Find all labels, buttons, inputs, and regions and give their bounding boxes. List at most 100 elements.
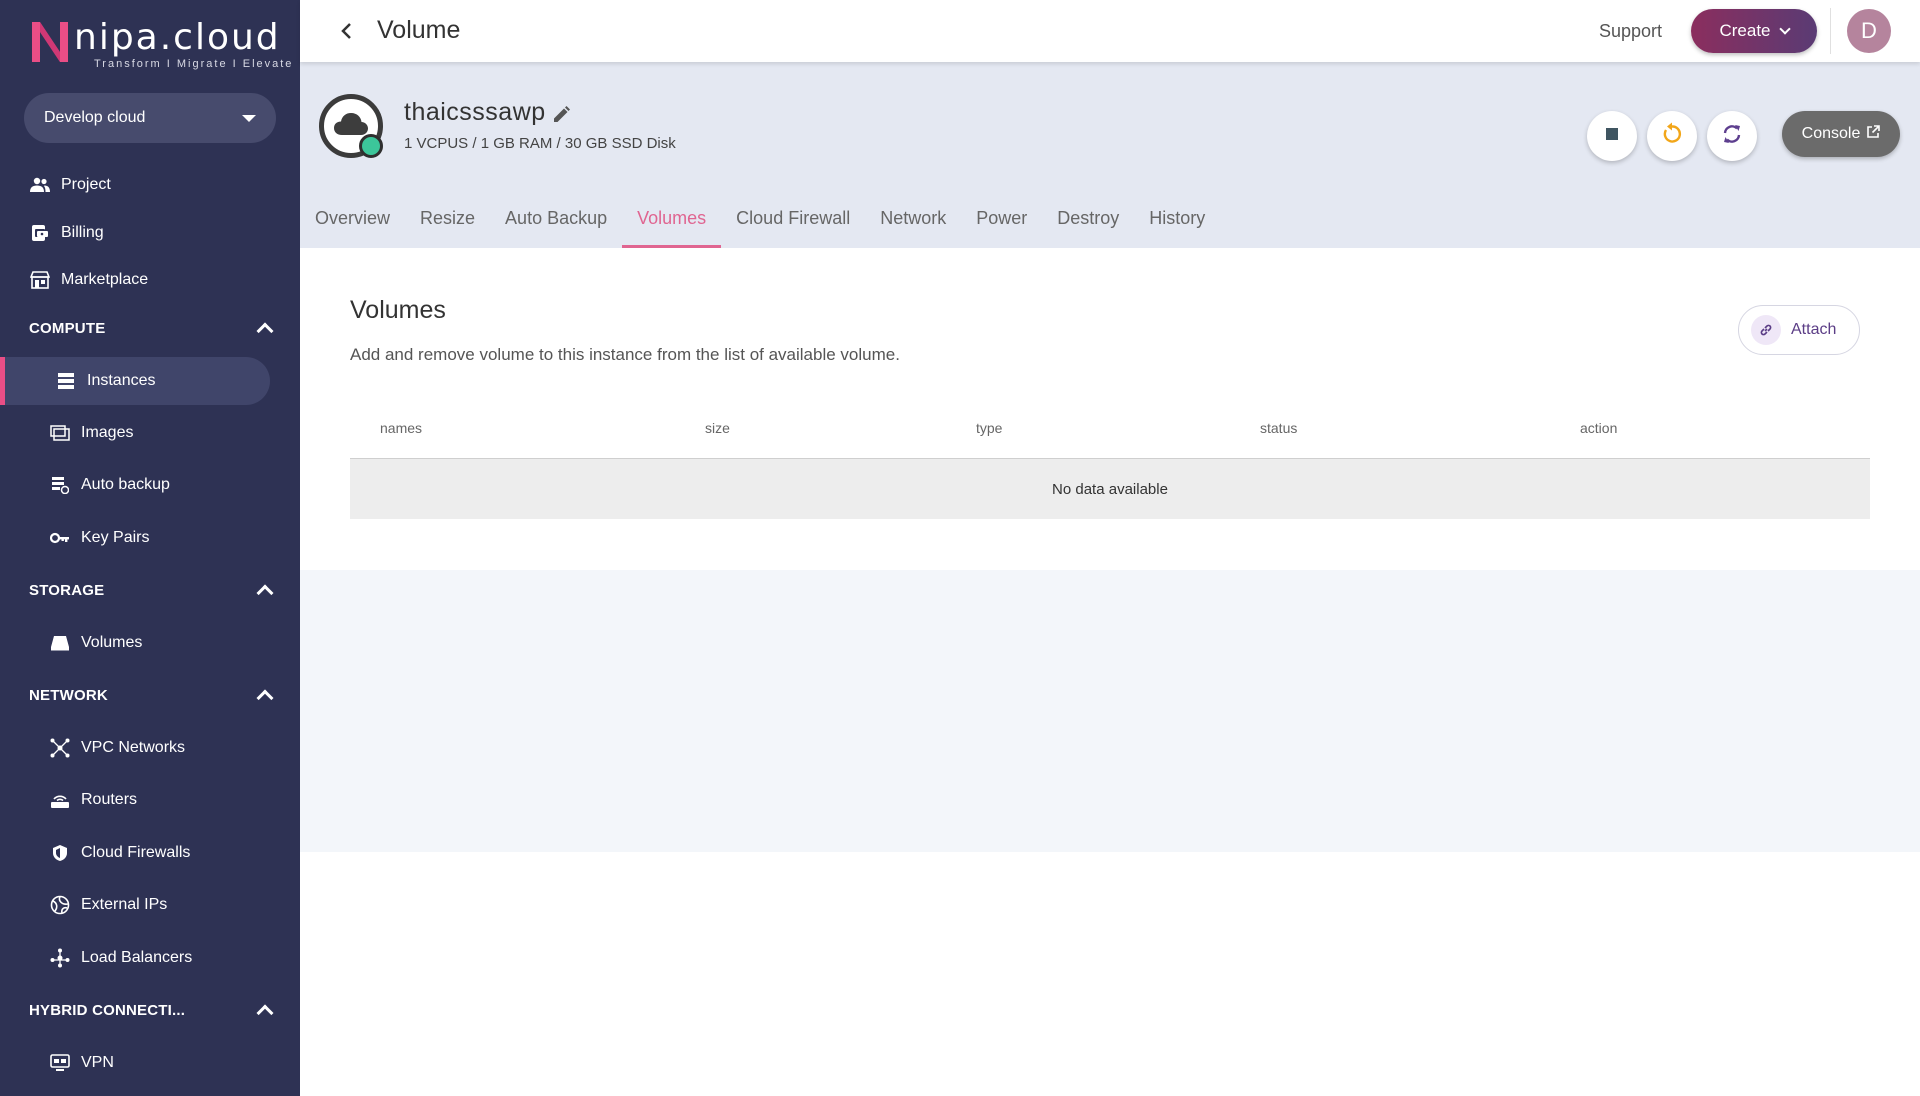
shield-icon [49,842,71,864]
content-background [300,570,1920,852]
table-header: names size type status action [350,398,1870,459]
support-link[interactable]: Support [1599,21,1662,42]
instance-spec: 1 VCPUS / 1 GB RAM / 30 GB SSD Disk [404,135,676,152]
project-selector[interactable]: Develop cloud [24,93,276,143]
empty-state: No data available [350,459,1870,519]
column-header-names[interactable]: names [380,420,422,436]
sidebar-item-volumes[interactable]: Volumes [0,619,300,667]
console-button[interactable]: Console [1782,111,1900,157]
sidebar-item-label: Cloud Firewalls [81,844,191,861]
instance-header: thaicsssawp 1 VCPUS / 1 GB RAM / 30 GB S… [300,62,1920,248]
topbar: Volume Support Create D [300,0,1920,62]
caret-down-icon [242,114,256,122]
vpc-network-icon [49,737,71,759]
section-title: Volumes [350,296,446,324]
chevron-up-icon [256,322,274,340]
sidebar-item-label: Instances [87,372,156,389]
volumes-table: names size type status action No data av… [350,398,1870,519]
sidebar-item-label: Images [81,424,134,441]
router-icon [49,789,71,811]
link-icon [1751,315,1781,345]
restart-icon [1660,122,1684,151]
sidebar-item-auto-backup[interactable]: Auto backup [0,461,300,509]
sidebar-item-cloud-firewalls[interactable]: Cloud Firewalls [0,829,300,877]
sidebar-item-load-balancers[interactable]: Load Balancers [0,934,300,982]
tab-resize[interactable]: Resize [405,188,490,248]
sidebar-item-label: External IPs [81,896,168,913]
divider [1830,8,1831,54]
tab-volumes[interactable]: Volumes [622,188,722,248]
chevron-up-icon [256,584,274,602]
external-link-icon [1860,124,1881,144]
sidebar-item-vpn[interactable]: VPN [0,1039,300,1087]
sidebar-item-label: Auto backup [81,476,170,493]
tab-cloud-firewall[interactable]: Cloud Firewall [721,188,865,248]
section-compute[interactable]: COMPUTE [29,308,275,348]
sidebar-item-images[interactable]: Images [0,409,300,457]
tab-power[interactable]: Power [961,188,1042,248]
logo-n-mark [28,18,72,64]
sidebar-item-routers[interactable]: Routers [0,776,300,824]
sidebar-item-vpc-networks[interactable]: VPC Networks [0,724,300,772]
globe-icon [49,894,71,916]
column-header-status[interactable]: status [1260,420,1297,436]
column-header-type[interactable]: type [976,420,1002,436]
sidebar-item-label: Load Balancers [81,949,193,966]
chevron-down-icon [1778,23,1791,35]
status-indicator [359,134,383,158]
volumes-panel: Volumes Add and remove volume to this in… [300,248,1920,570]
server-icon [55,370,77,392]
tab-history[interactable]: History [1134,188,1220,248]
chevron-up-icon [256,1004,274,1022]
backup-icon [49,474,71,496]
users-icon [29,174,51,196]
sidebar-item-label: Routers [81,791,138,808]
column-header-size[interactable]: size [705,420,730,436]
tab-network[interactable]: Network [865,188,961,248]
key-icon [49,527,71,549]
create-button[interactable]: Create [1691,9,1817,53]
sidebar-item-label: Billing [61,224,104,241]
stop-icon [1604,126,1620,147]
store-icon [29,269,51,291]
sidebar-item-label: VPN [81,1054,114,1071]
sync-icon [1720,122,1744,151]
instance-name: thaicsssawp [404,98,546,126]
column-header-action: action [1580,420,1618,436]
sidebar: nipa.cloud Transform I Migrate I Elevate… [0,0,300,1096]
sidebar-item-billing[interactable]: Billing [0,209,300,257]
sidebar-item-label: Project [61,176,111,193]
disk-icon [49,632,71,654]
instance-tabs: Overview Resize Auto Backup Volumes Clou… [300,188,1220,248]
section-description: Add and remove volume to this instance f… [350,345,900,364]
page-title: Volume [377,16,461,44]
chevron-up-icon [256,689,274,707]
billing-icon [29,222,51,244]
sidebar-item-project[interactable]: Project [0,161,300,209]
tab-auto-backup[interactable]: Auto Backup [490,188,622,248]
back-arrow-icon[interactable] [336,20,358,42]
logo-wordmark: nipa.cloud [74,17,281,58]
stop-button[interactable] [1587,111,1637,161]
pencil-icon[interactable] [552,106,570,124]
project-selector-value: Develop cloud [44,109,146,126]
sidebar-item-marketplace[interactable]: Marketplace [0,256,300,304]
section-storage[interactable]: STORAGE [29,570,275,610]
images-icon [49,422,71,444]
sidebar-item-key-pairs[interactable]: Key Pairs [0,514,300,562]
tab-destroy[interactable]: Destroy [1042,188,1134,248]
vpn-icon [49,1052,71,1074]
sidebar-item-external-ips[interactable]: External IPs [0,881,300,929]
section-network[interactable]: NETWORK [29,675,275,715]
rebuild-button[interactable] [1707,111,1757,161]
sidebar-item-label: VPC Networks [81,739,186,756]
section-hybrid-connectivity[interactable]: HYBRID CONNECTI... [29,990,275,1030]
nipa-cloud-logo[interactable]: nipa.cloud Transform I Migrate I Elevate [28,18,293,72]
sidebar-item-label: Marketplace [61,271,149,288]
restart-button[interactable] [1647,111,1697,161]
sidebar-item-instances[interactable]: Instances [0,357,270,405]
user-avatar[interactable]: D [1847,9,1891,53]
attach-button[interactable]: Attach [1738,305,1860,355]
sidebar-item-label: Volumes [81,634,143,651]
tab-overview[interactable]: Overview [300,188,405,248]
